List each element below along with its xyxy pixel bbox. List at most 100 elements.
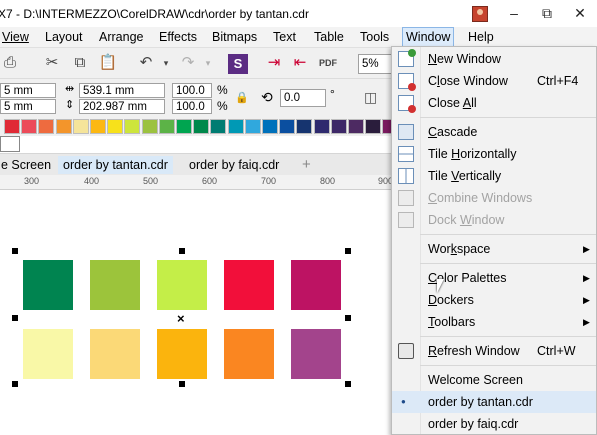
cut-icon[interactable]: ✂: [42, 53, 62, 73]
scale-y-field[interactable]: 100.0: [172, 99, 212, 114]
palette-swatch[interactable]: [176, 119, 192, 134]
paste-icon[interactable]: 📋: [98, 53, 118, 73]
menu-item-close-window[interactable]: Close Window Ctrl+F4: [392, 70, 596, 92]
export-icon[interactable]: ⇤: [290, 53, 310, 73]
selection-handle[interactable]: [345, 315, 351, 321]
menu-item-toolbars[interactable]: Toolbars ▶: [392, 311, 596, 333]
palette-swatch[interactable]: [193, 119, 210, 134]
palette-swatch[interactable]: [55, 119, 72, 134]
submenu-arrow-icon: ▶: [583, 244, 590, 254]
submenu-arrow-icon: ▶: [583, 295, 590, 305]
redo-icon: ↷: [181, 54, 195, 71]
palette-swatch[interactable]: [279, 119, 296, 134]
menu-table[interactable]: Table: [311, 29, 347, 45]
palette-swatch[interactable]: [296, 119, 313, 134]
palette-swatch[interactable]: [90, 119, 106, 134]
y-position-field[interactable]: 5 mm: [0, 99, 56, 114]
tab-order-faiq[interactable]: order by faiq.cdr: [184, 156, 284, 174]
scale-x-field[interactable]: 100.0: [172, 83, 212, 98]
close-button[interactable]: ✕: [568, 4, 592, 22]
color-square-shape[interactable]: [157, 329, 207, 379]
center-marker-icon[interactable]: ×: [177, 311, 185, 326]
corel-connect-icon[interactable]: S: [228, 54, 248, 74]
menu-item-cascade[interactable]: Cascade: [392, 121, 596, 143]
selection-handle[interactable]: [179, 248, 185, 254]
ruler-number: 400: [84, 176, 100, 186]
palette-swatch[interactable]: [365, 119, 382, 134]
palette-swatch[interactable]: [38, 119, 55, 134]
menu-window[interactable]: Window: [402, 27, 455, 47]
palette-swatch[interactable]: [124, 119, 141, 134]
menu-arrange[interactable]: Arrange: [96, 29, 146, 45]
color-square-shape[interactable]: [23, 260, 73, 310]
color-square-shape[interactable]: [224, 260, 274, 310]
menu-item-color-palettes[interactable]: Color Palettes ▶: [392, 267, 596, 289]
menu-item-order-tantan[interactable]: ● order by tantan.cdr: [392, 391, 596, 413]
publish-pdf-icon[interactable]: PDF: [318, 53, 338, 73]
restore-button[interactable]: ⧉: [535, 4, 559, 22]
selection-handle[interactable]: [345, 248, 351, 254]
palette-swatch[interactable]: [330, 119, 347, 134]
tab-order-tantan[interactable]: order by tantan.cdr: [58, 156, 173, 174]
import-icon[interactable]: ⇥: [264, 53, 284, 73]
rotation-field[interactable]: 0.0: [280, 89, 326, 107]
color-square-shape[interactable]: [291, 260, 341, 310]
lock-ratio-icon[interactable]: 🔒: [235, 91, 249, 104]
palette-swatch[interactable]: [227, 119, 244, 134]
copy-icon[interactable]: ⧉: [70, 53, 90, 73]
menu-bitmaps[interactable]: Bitmaps: [209, 29, 260, 45]
palette-swatch[interactable]: [107, 119, 124, 134]
color-square-shape[interactable]: [23, 329, 73, 379]
palette-swatch[interactable]: [158, 119, 175, 134]
mirror-icon[interactable]: ◫: [364, 89, 377, 106]
document-tabs: e Screen order by tantan.cdr order by fa…: [0, 153, 395, 176]
menu-item-new-window[interactable]: New Window: [392, 48, 596, 70]
selection-handle[interactable]: [345, 381, 351, 387]
menu-effects[interactable]: Effects: [156, 29, 200, 45]
selection-handle[interactable]: [12, 315, 18, 321]
color-square-shape[interactable]: [291, 329, 341, 379]
menu-view[interactable]: View: [0, 29, 32, 45]
palette-swatch[interactable]: [313, 119, 330, 134]
menu-item-tile-horizontally[interactable]: Tile Horizontally: [392, 143, 596, 165]
palette-swatch[interactable]: [210, 119, 227, 134]
palette-swatch[interactable]: [348, 119, 364, 134]
menu-item-dockers[interactable]: Dockers ▶: [392, 289, 596, 311]
drawing-canvas[interactable]: ×: [0, 190, 395, 435]
menu-layout[interactable]: Layout: [42, 29, 86, 45]
palette-swatch[interactable]: [262, 119, 278, 134]
height-field[interactable]: 202.987 mm: [79, 99, 165, 114]
palette-swatch[interactable]: [141, 119, 158, 134]
width-field[interactable]: 539.1 mm: [79, 83, 165, 98]
menu-tools[interactable]: Tools: [357, 29, 392, 45]
zoom-level-field[interactable]: 5%: [358, 54, 394, 74]
x-position-field[interactable]: 5 mm: [0, 83, 56, 98]
palette-swatch[interactable]: [72, 119, 89, 134]
color-square-shape[interactable]: [157, 260, 207, 310]
minimize-button[interactable]: –: [502, 4, 526, 22]
menu-item-welcome-screen[interactable]: Welcome Screen: [392, 369, 596, 391]
selection-handle[interactable]: [12, 381, 18, 387]
user-account-icon[interactable]: [472, 6, 488, 22]
menu-item-order-faiq[interactable]: order by faiq.cdr: [392, 413, 596, 435]
new-tab-button[interactable]: +: [297, 156, 316, 174]
color-square-shape[interactable]: [224, 329, 274, 379]
palette-swatch[interactable]: [244, 119, 261, 134]
color-square-shape[interactable]: [90, 260, 140, 310]
selection-handle[interactable]: [179, 381, 185, 387]
palette-swatch[interactable]: [21, 119, 38, 134]
menu-help[interactable]: Help: [465, 29, 497, 45]
tab-welcome-screen[interactable]: e Screen: [0, 156, 56, 174]
undo-icon[interactable]: ↶: [136, 53, 156, 73]
palette-swatch[interactable]: [4, 119, 20, 134]
menu-item-tile-vertically[interactable]: Tile Vertically: [392, 165, 596, 187]
menu-text[interactable]: Text: [270, 29, 299, 45]
print-icon[interactable]: ⎙: [0, 53, 20, 73]
menu-item-refresh-window[interactable]: Refresh Window Ctrl+W: [392, 340, 596, 362]
color-square-shape[interactable]: [90, 329, 140, 379]
selection-handle[interactable]: [12, 248, 18, 254]
no-fill-swatch[interactable]: [0, 136, 20, 152]
menu-item-close-all[interactable]: Close All: [392, 92, 596, 114]
menu-item-workspace[interactable]: Workspace ▶: [392, 238, 596, 260]
undo-dropdown-icon[interactable]: ▾: [156, 53, 176, 73]
